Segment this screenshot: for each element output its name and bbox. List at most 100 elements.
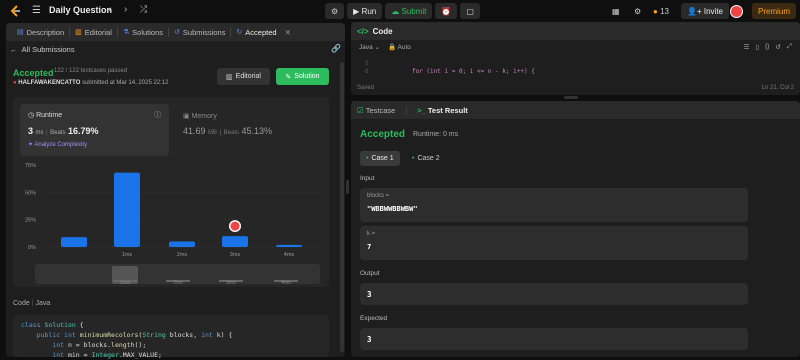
run-controls: ⚙ ▶ Run ☁ Submit ⏰ ▢ xyxy=(325,3,480,19)
code-header: </> Code xyxy=(351,22,800,40)
runtime-card[interactable]: ◷ Runtime ⓘ 3 ms | Beats 16.79% ✦ Analyz… xyxy=(20,104,169,156)
share-link-icon[interactable]: 🔗 xyxy=(331,44,341,53)
close-tab-icon[interactable]: ✕ xyxy=(285,28,291,37)
tab-solutions[interactable]: ⚗ Solutions xyxy=(118,27,170,37)
case-1-tab[interactable]: • Case 1 xyxy=(360,151,400,166)
code-toolbar: Java ⌄ 🔒 Auto ☰ ▯ {} ↺ ⤢ xyxy=(351,40,800,54)
submission-author: ● HALFAWAKENCATTO submitted at Mar 14, 2… xyxy=(13,80,168,86)
tab-editorial[interactable]: ▥ Editorial xyxy=(70,27,118,37)
debug-button[interactable]: ⚙ xyxy=(325,3,345,19)
x-tick-label: 3ms xyxy=(230,252,241,258)
horizontal-resize-handle[interactable] xyxy=(564,96,578,99)
analyze-label: Analyze Complexity xyxy=(34,142,88,148)
user-avatar-button[interactable] xyxy=(730,3,743,19)
notes-button[interactable]: ▢ xyxy=(460,3,480,19)
case-label: Case 1 xyxy=(371,155,394,162)
shuffle-icon[interactable]: ⤮ xyxy=(140,4,147,15)
settings-gear-icon[interactable]: ⚙ xyxy=(634,3,641,19)
prev-problem-icon[interactable]: ‹ xyxy=(108,4,111,15)
tab-description[interactable]: ▤ Description xyxy=(12,27,71,37)
tab-submissions[interactable]: ↺ Submissions xyxy=(169,27,232,37)
lock-icon: 🔒 xyxy=(388,44,397,51)
language-select[interactable]: Java ⌄ xyxy=(359,43,380,51)
alarm-button[interactable]: ⏰ xyxy=(435,3,458,19)
braces-icon[interactable]: {} xyxy=(765,43,769,51)
solution-button[interactable]: ✎ Solution xyxy=(276,68,329,85)
left-scrollbar[interactable] xyxy=(340,62,344,352)
all-submissions-link[interactable]: ← All Submissions xyxy=(10,45,75,54)
tab-testcase[interactable]: ☑ Testcase xyxy=(357,106,395,115)
play-icon: ▶ xyxy=(353,6,360,16)
coin-count: 13 xyxy=(660,6,669,16)
bookmark-icon[interactable]: ▯ xyxy=(755,43,759,51)
code-brackets-icon: </> xyxy=(357,26,369,36)
input-label: Input xyxy=(360,175,375,182)
layout-grid-icon[interactable]: ▦ xyxy=(612,3,620,19)
bar-0ms xyxy=(61,237,87,247)
pass-dot-icon: • xyxy=(366,155,369,162)
run-button[interactable]: ▶ Run xyxy=(347,3,383,19)
test-runtime: Runtime: 0 ms xyxy=(413,131,459,138)
alarm-clock-icon: ⏰ xyxy=(441,6,452,16)
coin-counter[interactable]: ● 13 xyxy=(653,3,669,19)
runtime-label: Runtime xyxy=(36,112,63,119)
reset-icon[interactable]: ↺ xyxy=(775,43,780,51)
test-result-panel: ☑ Testcase | >_ Test Result Accepted Run… xyxy=(351,101,800,357)
case-label: Case 2 xyxy=(417,155,440,162)
analyze-complexity-link[interactable]: ✦ Analyze Complexity xyxy=(28,141,87,148)
bar-1ms xyxy=(114,172,140,247)
k-key: k = xyxy=(367,231,376,237)
memory-label: Memory xyxy=(191,113,217,120)
format-icon[interactable]: ☰ xyxy=(744,43,750,51)
line-6: 6 for (int i = 0; i <= n - k; i++) { xyxy=(365,68,800,76)
fire-icon: ● xyxy=(653,6,658,16)
tab-test-result[interactable]: >_ Test Result xyxy=(417,106,468,115)
note-icon: ▢ xyxy=(466,6,474,16)
code-section-label: Code | Java xyxy=(13,300,51,307)
code-line: int n = blocks.length(); xyxy=(52,341,147,349)
blocks-key: blocks = xyxy=(367,193,390,199)
expected-value: 3 xyxy=(360,328,748,350)
problem-list-title[interactable]: Daily Question xyxy=(49,5,112,15)
history-icon: ↺ xyxy=(174,29,180,36)
saved-status: Saved xyxy=(357,85,375,91)
memory-value: 41.69 MB | Beats 45.13% xyxy=(183,126,273,136)
auto-mode-toggle[interactable]: 🔒 Auto xyxy=(388,43,411,51)
blocks-value: "WBBWWBBWBW" xyxy=(367,205,418,213)
top-bar: ☰ Daily Question ‹ › ⤮ ⚙ ▶ Run ☁ Submit … xyxy=(0,0,800,22)
premium-button[interactable]: Premium xyxy=(752,3,797,19)
info-icon[interactable]: ⓘ xyxy=(154,110,161,120)
tab-label: Editorial xyxy=(84,27,112,37)
y-tick-label: 75% xyxy=(25,163,36,169)
editor-lines[interactable]: 5 6 for (int i = 0; i <= n - k; i++) { xyxy=(351,60,800,76)
submit-button[interactable]: ☁ Submit xyxy=(385,3,433,19)
leetcode-logo-icon[interactable] xyxy=(8,4,22,18)
run-label: Run xyxy=(361,6,377,16)
solution-label: Solution xyxy=(294,73,320,80)
editorial-button[interactable]: ▥ Editorial xyxy=(217,68,270,85)
tab-label: Solutions xyxy=(132,27,164,37)
code-editor-panel: </> Code Java ⌄ 🔒 Auto ☰ ▯ {} ↺ ⤢ 5 6 for… xyxy=(351,22,800,95)
runtime-distribution-chart[interactable]: 75% 50% 25% 0% 1ms 2ms 3ms 4ms 1ms 2ms 3ms 4ms xyxy=(20,160,325,285)
input-k: k = 7 xyxy=(360,226,748,260)
editorial-label: Editorial xyxy=(235,73,261,80)
output-value: 3 xyxy=(360,283,748,305)
edit-icon: ✎ xyxy=(285,73,292,81)
vertical-resize-handle[interactable] xyxy=(346,180,349,194)
submitted-code[interactable]: class Solution { public int minimumRecol… xyxy=(13,315,329,359)
memory-card[interactable]: ▣ Memory xyxy=(183,112,217,120)
case-2-tab[interactable]: • Case 2 xyxy=(406,151,446,166)
username[interactable]: HALFAWAKENCATTO xyxy=(18,80,80,86)
arrow-left-icon: ← xyxy=(10,45,18,54)
invite-button[interactable]: 👤+ Invite xyxy=(681,3,729,19)
minimap-label: 1ms xyxy=(120,280,130,285)
chip-icon: ▣ xyxy=(183,113,190,120)
line-number: 5 xyxy=(365,60,369,67)
code-editor-title: Code xyxy=(372,26,393,36)
next-problem-icon[interactable]: › xyxy=(124,4,127,15)
submitted-time: submitted at Mar 14, 2025 22:12 xyxy=(82,80,169,86)
left-tabs: ▤ Description ▥ Editorial ⚗ Solutions ↺ Subm… xyxy=(6,23,345,41)
expand-icon[interactable]: ⤢ xyxy=(787,43,792,51)
problem-list-icon[interactable]: ☰ xyxy=(32,5,41,16)
tab-accepted[interactable]: ↻ Accepted ✕ xyxy=(231,27,296,37)
